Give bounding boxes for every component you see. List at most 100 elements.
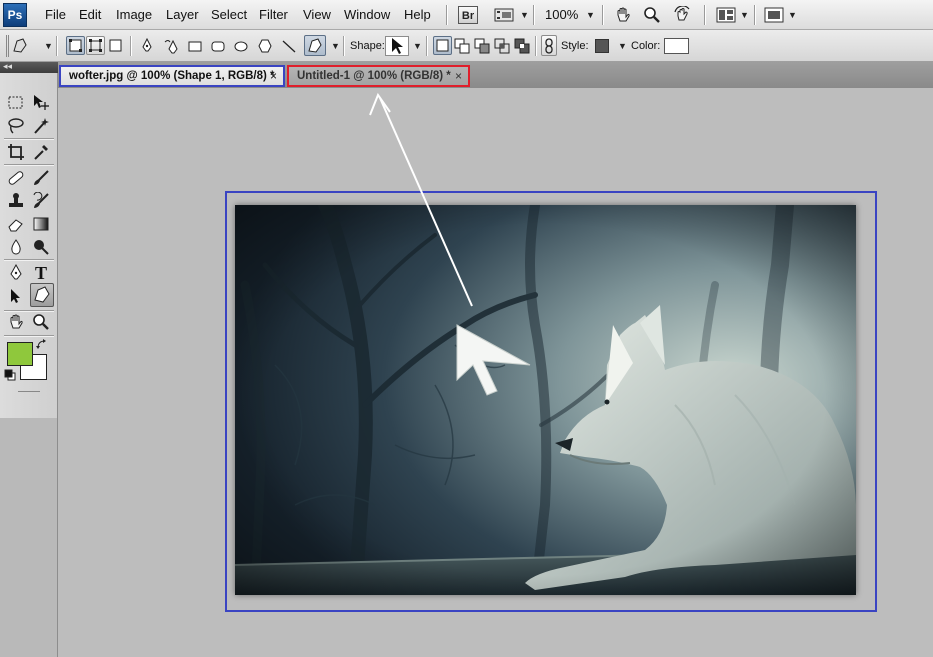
eyedropper-tool[interactable]: [30, 141, 52, 163]
crop-tool[interactable]: [5, 141, 27, 163]
move-icon: [34, 95, 49, 110]
menu-file[interactable]: File: [45, 7, 66, 22]
eraser-tool[interactable]: [5, 213, 27, 235]
style-picker-swatch[interactable]: [595, 39, 609, 53]
line-option[interactable]: [280, 37, 298, 55]
custom-shape-icon: [34, 286, 50, 303]
wolf-photo: [235, 205, 856, 595]
brush-icon: [34, 170, 49, 185]
shape-layers-button[interactable]: [66, 36, 85, 55]
options-separator: [535, 36, 537, 56]
link-layer-style-button[interactable]: [541, 35, 557, 56]
polygon-option[interactable]: [256, 37, 274, 55]
fill-pixels-button[interactable]: [106, 36, 125, 55]
arrange-documents-dropdown[interactable]: ▼: [716, 5, 749, 25]
paths-button[interactable]: [86, 36, 105, 55]
extras-dropdown[interactable]: ▼: [494, 5, 529, 25]
lasso-tool[interactable]: [5, 115, 27, 137]
chevron-down-icon[interactable]: ▼: [413, 41, 422, 51]
exclude-shape-icon: [514, 38, 530, 54]
brush-tool[interactable]: [30, 167, 52, 189]
default-colors-icon[interactable]: [4, 369, 16, 384]
menu-help[interactable]: Help: [404, 7, 431, 22]
close-icon[interactable]: ×: [455, 67, 462, 85]
chevron-down-icon[interactable]: ▼: [586, 10, 595, 20]
swap-colors-icon[interactable]: [36, 339, 48, 354]
hand-tool[interactable]: [5, 311, 27, 333]
menu-filter[interactable]: Filter: [259, 7, 288, 22]
menu-separator: [602, 5, 604, 25]
zoom-level[interactable]: 100%: [545, 7, 578, 22]
marquee-tool[interactable]: [5, 92, 27, 114]
type-tool[interactable]: T: [30, 262, 52, 284]
fill-pixels-icon: [109, 39, 122, 52]
toolbox-footer: [0, 418, 58, 657]
menu-separator: [533, 5, 535, 25]
toolbox-header[interactable]: ◂◂: [0, 61, 58, 73]
menu-separator: [704, 5, 706, 25]
custom-shape-tool[interactable]: [30, 283, 54, 307]
menu-select[interactable]: Select: [211, 7, 247, 22]
tab-wofter[interactable]: wofter.jpg @ 100% (Shape 1, RGB/8) * ×: [59, 65, 285, 87]
dodge-tool[interactable]: [30, 236, 52, 258]
rounded-rectangle-option[interactable]: [209, 37, 227, 55]
tab-untitled-1[interactable]: Untitled-1 @ 100% (RGB/8) * ×: [287, 65, 470, 87]
chevron-down-icon[interactable]: ▼: [331, 41, 340, 51]
blur-tool[interactable]: [5, 236, 27, 258]
tool-preset-picker[interactable]: [6, 35, 31, 57]
foreground-color-swatch[interactable]: [7, 342, 33, 366]
rounded-rectangle-icon: [211, 41, 225, 52]
menu-layer[interactable]: Layer: [166, 7, 199, 22]
options-separator: [343, 36, 345, 56]
options-separator: [56, 36, 58, 56]
shape-layers-icon: [69, 39, 82, 52]
toolbox-separator: [4, 335, 54, 337]
rotate-hand-icon: [674, 6, 690, 21]
menu-edit[interactable]: Edit: [79, 7, 101, 22]
new-layer-mode-button[interactable]: [433, 36, 452, 55]
document-image[interactable]: [235, 205, 856, 595]
menu-image[interactable]: Image: [116, 7, 152, 22]
chain-link-icon: [545, 37, 553, 54]
bridge-button[interactable]: Br: [458, 5, 478, 25]
rectangle-option[interactable]: [186, 37, 204, 55]
pen-tool[interactable]: [5, 262, 27, 284]
menu-window[interactable]: Window: [344, 7, 390, 22]
zoom-tool[interactable]: [30, 311, 52, 333]
pen-tool-option[interactable]: [138, 37, 156, 55]
healing-brush-tool[interactable]: [5, 167, 27, 189]
history-brush-tool[interactable]: [30, 190, 52, 212]
droplet-icon: [11, 239, 21, 255]
line-icon: [282, 40, 296, 53]
fill-color-swatch[interactable]: [664, 38, 689, 54]
hand-icon: [617, 7, 630, 22]
chevron-down-icon: ▼: [740, 10, 749, 20]
magic-wand-icon: [34, 118, 49, 134]
custom-shape-option[interactable]: [304, 35, 326, 56]
exclude-shape-button[interactable]: [513, 37, 531, 55]
move-tool[interactable]: [30, 92, 52, 114]
chevron-down-icon: ▼: [788, 10, 797, 20]
quick-selection-tool[interactable]: [30, 115, 52, 137]
toolbox-separator: [4, 164, 54, 166]
close-icon[interactable]: ×: [270, 67, 277, 85]
chevron-down-icon[interactable]: ▼: [618, 41, 627, 51]
quick-mask-divider: [18, 391, 40, 392]
gradient-tool[interactable]: [30, 213, 52, 235]
path-selection-tool[interactable]: [5, 285, 27, 307]
hand-tool-button[interactable]: [614, 5, 632, 25]
freeform-pen-option[interactable]: [163, 37, 181, 55]
shape-label: Shape:: [350, 40, 385, 52]
menu-view[interactable]: View: [303, 7, 331, 22]
zoom-tool-button[interactable]: [643, 5, 661, 25]
add-to-shape-button[interactable]: [453, 37, 471, 55]
ellipse-option[interactable]: [232, 37, 250, 55]
intersect-shape-button[interactable]: [493, 37, 511, 55]
chevron-down-icon[interactable]: ▼: [44, 41, 53, 51]
rotate-view-button[interactable]: [673, 5, 693, 25]
subtract-shape-button[interactable]: [473, 37, 491, 55]
shape-picker[interactable]: [385, 36, 409, 56]
clone-stamp-tool[interactable]: [5, 190, 27, 212]
screen-mode-dropdown[interactable]: ▼: [764, 5, 797, 25]
collapse-icon[interactable]: ◂◂: [3, 61, 12, 72]
